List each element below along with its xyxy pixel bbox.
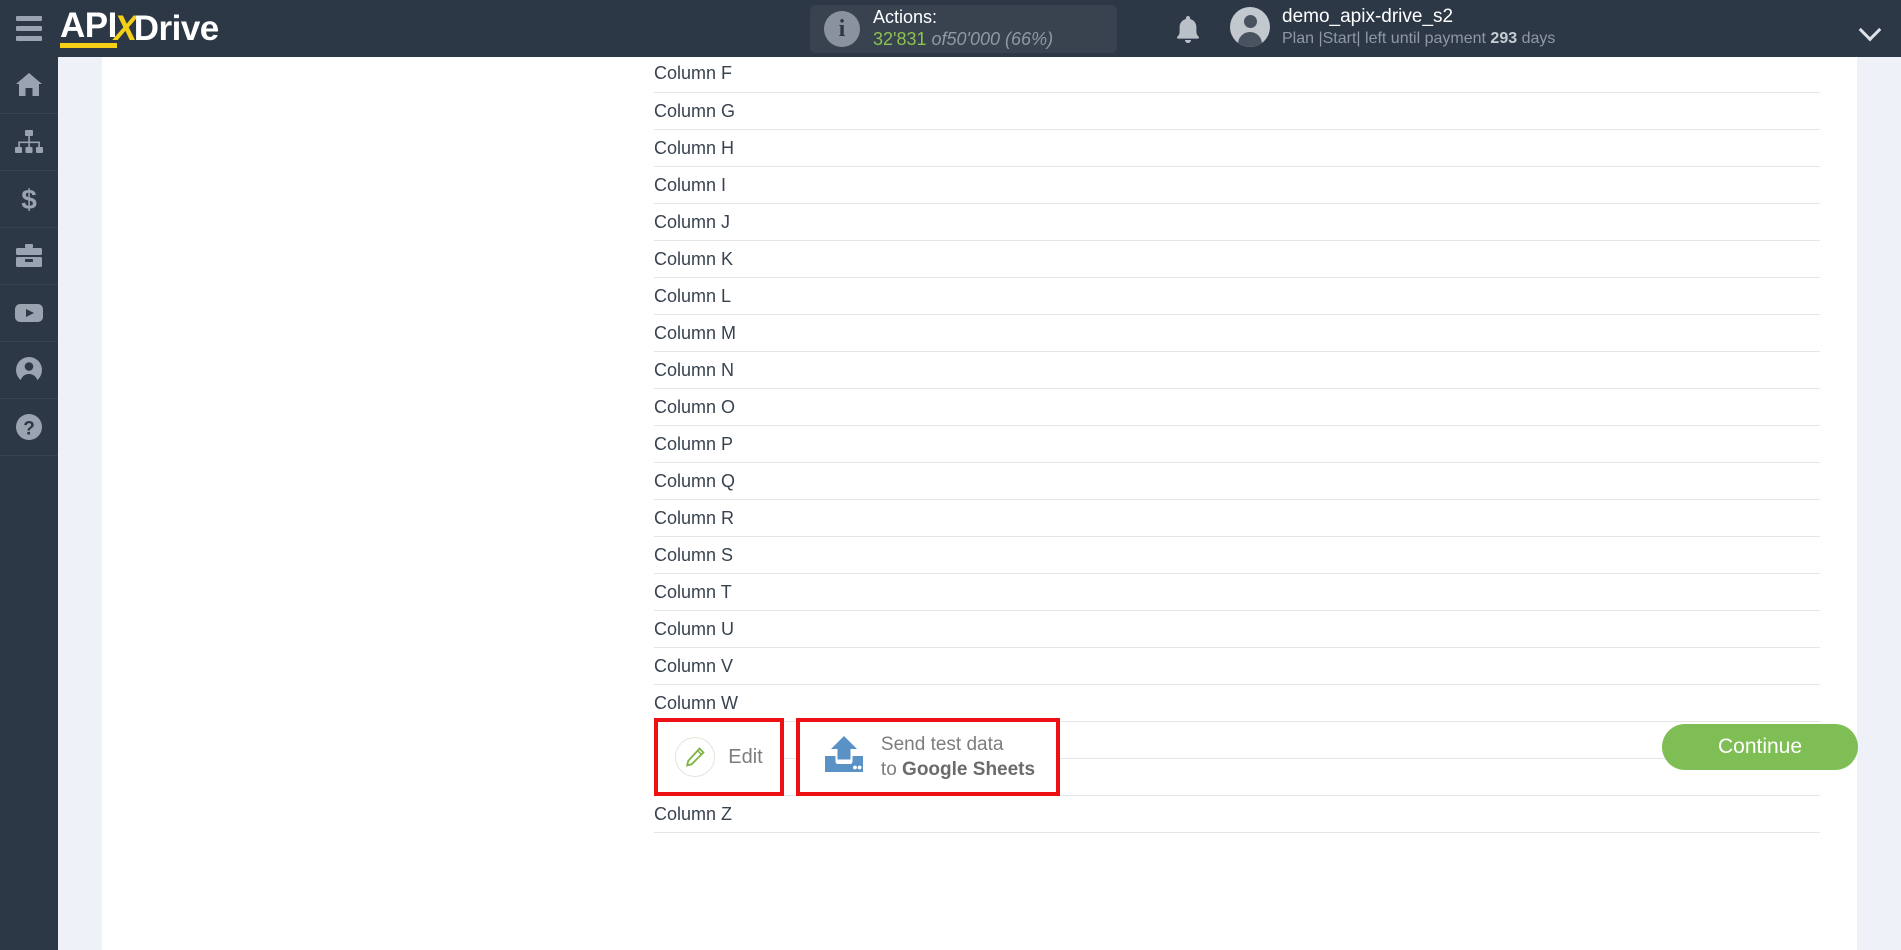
actions-counter: 32'831 of50'000 (66%) bbox=[873, 29, 1053, 51]
user-plan-prefix: Plan |Start| left until payment bbox=[1282, 29, 1491, 47]
column-list-item[interactable]: Column J bbox=[654, 204, 1820, 241]
hamburger-icon[interactable] bbox=[0, 0, 58, 57]
sidebar-item-billing[interactable]: $ bbox=[0, 171, 58, 228]
actions-quota-text: Actions: 32'831 of50'000 (66%) bbox=[873, 7, 1053, 51]
column-list-item[interactable]: Column Q bbox=[654, 463, 1820, 500]
send-test-highlight-box: Send test data to Google Sheets bbox=[796, 718, 1060, 796]
column-list-item[interactable]: Column L bbox=[654, 278, 1820, 315]
edit-button[interactable]: Edit bbox=[675, 737, 763, 777]
sidebar-item-business[interactable] bbox=[0, 228, 58, 285]
left-content-panel bbox=[102, 57, 642, 950]
actions-of: of bbox=[931, 29, 947, 49]
send-test-data-button[interactable]: Send test data to Google Sheets bbox=[811, 732, 1045, 782]
column-list-item[interactable]: Column R bbox=[654, 500, 1820, 537]
user-plan-suffix: days bbox=[1517, 29, 1556, 47]
actions-total: 50'000 bbox=[946, 29, 1001, 49]
sidebar-item-help[interactable]: ? bbox=[0, 399, 58, 456]
hamburger-bar bbox=[16, 16, 42, 21]
column-list-item[interactable]: Column V bbox=[654, 648, 1820, 685]
briefcase-icon bbox=[15, 243, 43, 269]
send-test-line2-prefix: to bbox=[880, 759, 903, 780]
send-test-line1: Send test data bbox=[880, 733, 1004, 755]
send-test-data-label: Send test data to Google Sheets bbox=[881, 732, 1035, 782]
youtube-icon bbox=[14, 302, 44, 324]
column-list-item[interactable]: Column G bbox=[654, 93, 1820, 130]
column-list-item[interactable]: Column M bbox=[654, 315, 1820, 352]
actions-used: 32'831 bbox=[873, 29, 927, 49]
upload-icon bbox=[821, 734, 867, 781]
continue-button[interactable]: Continue bbox=[1662, 724, 1858, 770]
main-content-card: Column F Column G Column H Column I Column J… bbox=[629, 57, 1858, 950]
column-list-item[interactable]: Column N bbox=[654, 352, 1820, 389]
column-list-item[interactable]: Column S bbox=[654, 537, 1820, 574]
bell-icon[interactable] bbox=[1174, 14, 1202, 49]
send-test-line2: to Google Sheets bbox=[881, 757, 1035, 782]
column-list-item[interactable]: Column T bbox=[654, 574, 1820, 611]
sidebar-item-connections[interactable] bbox=[0, 114, 58, 171]
hamburger-bar bbox=[16, 26, 42, 31]
sidebar-item-video[interactable] bbox=[0, 285, 58, 342]
column-list-item[interactable]: Column I bbox=[654, 167, 1820, 204]
user-plan-info: Plan |Start| left until payment 293 days bbox=[1282, 29, 1555, 49]
dollar-icon: $ bbox=[18, 184, 40, 214]
home-icon bbox=[15, 72, 43, 98]
user-info: demo_apix-drive_s2 Plan |Start| left unt… bbox=[1282, 5, 1555, 49]
send-test-service-name: Google Sheets bbox=[902, 759, 1036, 780]
page-body: Column F Column G Column H Column I Column J… bbox=[58, 57, 1901, 950]
column-list-item[interactable]: Column K bbox=[654, 241, 1820, 278]
question-icon: ? bbox=[15, 413, 43, 441]
user-name: demo_apix-drive_s2 bbox=[1282, 6, 1454, 27]
sidebar-item-account[interactable] bbox=[0, 342, 58, 399]
logo-text-drive: Drive bbox=[133, 8, 220, 48]
user-icon bbox=[15, 356, 43, 384]
user-menu[interactable]: demo_apix-drive_s2 Plan |Start| left unt… bbox=[1230, 5, 1555, 49]
svg-text:?: ? bbox=[23, 419, 35, 440]
left-sidebar: $ ? bbox=[0, 57, 58, 950]
edit-label: Edit bbox=[728, 745, 763, 768]
actions-percent: (66%) bbox=[1005, 29, 1054, 49]
actions-quota-box[interactable]: i Actions: 32'831 of50'000 (66%) bbox=[810, 5, 1117, 53]
column-list-item[interactable]: Column F bbox=[654, 57, 1820, 93]
apix-drive-logo[interactable]: API X Drive bbox=[60, 8, 220, 49]
sidebar-item-home[interactable] bbox=[0, 57, 58, 114]
column-list-item[interactable]: Column O bbox=[654, 389, 1820, 426]
column-list-item[interactable]: Column H bbox=[654, 130, 1820, 167]
column-list-item[interactable]: Column P bbox=[654, 426, 1820, 463]
bottom-action-bar: Edit Send test data to Google Sheets Con… bbox=[629, 702, 1858, 812]
pencil-icon bbox=[675, 737, 716, 777]
user-avatar-icon bbox=[1230, 7, 1270, 48]
info-icon: i bbox=[824, 11, 860, 47]
hamburger-bar bbox=[16, 36, 42, 41]
edit-highlight-box: Edit bbox=[654, 718, 784, 796]
column-list-item[interactable]: Column U bbox=[654, 611, 1820, 648]
logo-text-api: API bbox=[60, 8, 117, 49]
top-header: API X Drive i Actions: 32'831 of50'000 (66… bbox=[0, 0, 1901, 57]
svg-text:$: $ bbox=[21, 184, 37, 214]
user-plan-days: 293 bbox=[1490, 29, 1518, 47]
chevron-down-icon[interactable] bbox=[1858, 18, 1882, 42]
sitemap-icon bbox=[14, 129, 44, 155]
actions-label: Actions: bbox=[873, 7, 938, 28]
